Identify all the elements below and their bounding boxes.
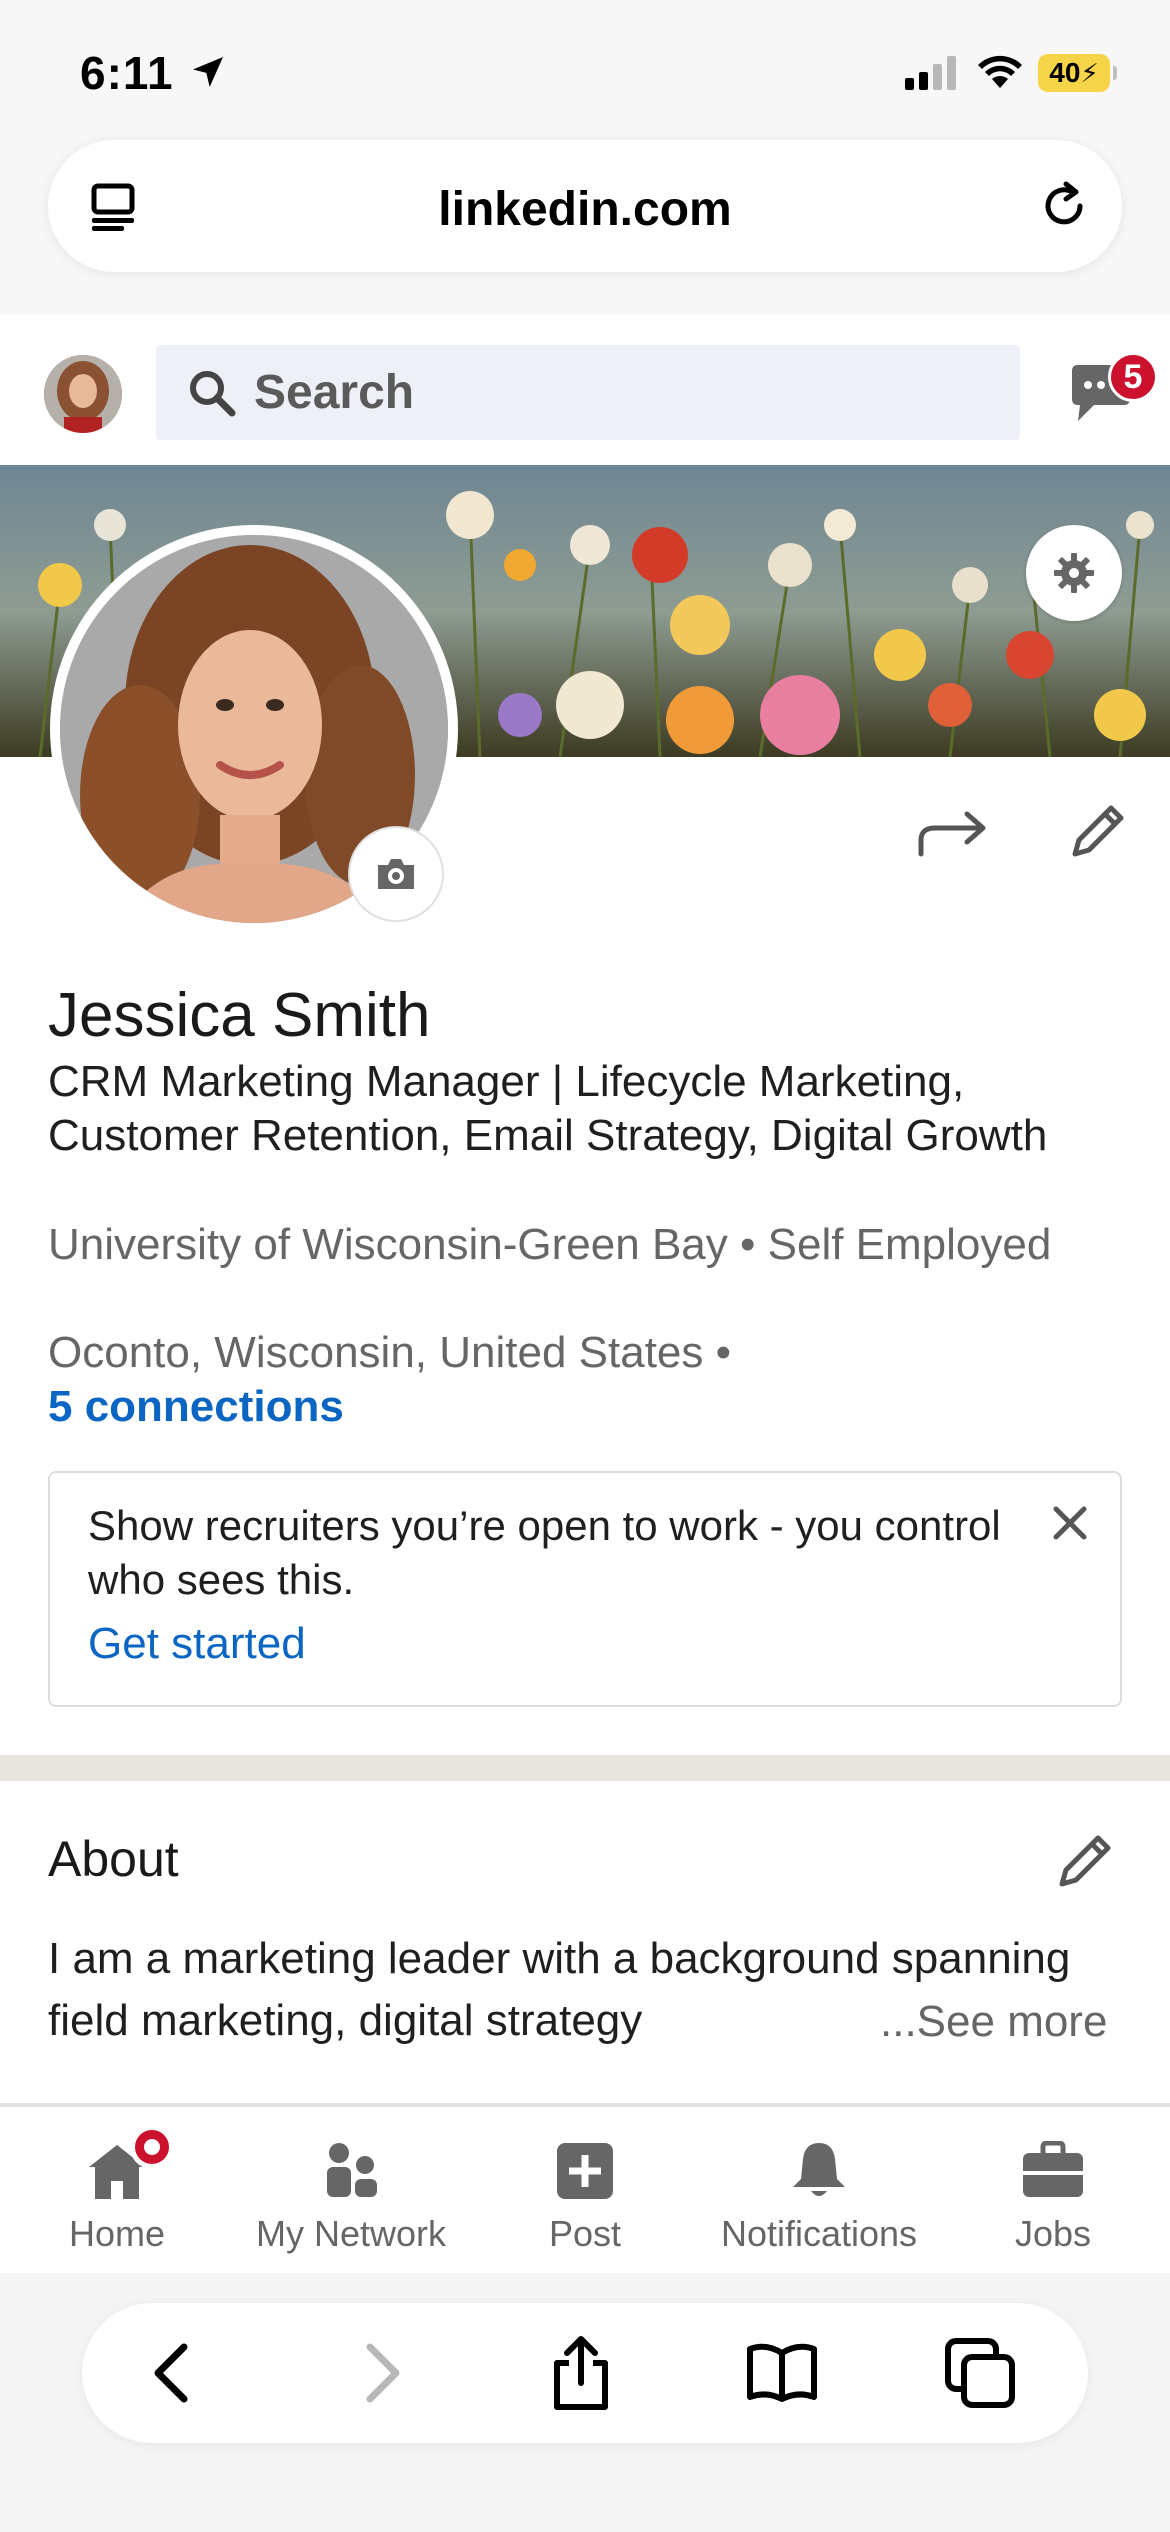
book-icon: [747, 2343, 817, 2402]
home-notification-badge: [130, 2125, 174, 2169]
header-avatar[interactable]: [44, 355, 122, 433]
chevron-right-icon: [366, 2343, 400, 2403]
search-icon: [190, 370, 236, 416]
nav-notifications-label: Notifications: [720, 2213, 918, 2254]
battery-level: 40: [1049, 57, 1081, 88]
search-placeholder: Search: [254, 366, 415, 419]
nav-home-label: Home: [68, 2213, 166, 2254]
tabs-button[interactable]: [940, 2333, 1020, 2413]
share-icon: [554, 2336, 608, 2410]
edit-about-pencil-icon[interactable]: [1052, 1830, 1116, 1894]
avatar-image: [44, 355, 122, 433]
edit-profile-pencil-icon[interactable]: [1065, 800, 1129, 864]
employer-link[interactable]: Self Employed: [768, 1220, 1052, 1269]
briefcase-icon: [1023, 2141, 1083, 2197]
section-divider: [0, 1755, 1170, 1781]
cellular-signal-icon: [905, 56, 956, 90]
about-heading: About: [48, 1831, 179, 1887]
status-bar: 6:11 40 ⚡: [0, 0, 1170, 140]
tabs-icon: [945, 2338, 1015, 2408]
nav-my-network-label: My Network: [255, 2213, 447, 2254]
back-button[interactable]: [132, 2333, 212, 2413]
nav-jobs[interactable]: Jobs: [936, 2133, 1170, 2255]
my-network-icon: [327, 2143, 377, 2197]
bottom-navigation: Home My Network Post Notifications Jobs: [0, 2103, 1170, 2273]
see-more-link[interactable]: ...See more: [860, 1991, 1108, 2053]
separator-dot: •: [715, 1328, 732, 1377]
nav-jobs-label: Jobs: [1014, 2213, 1092, 2254]
status-time: 6:11: [80, 47, 174, 99]
education-link[interactable]: University of Wisconsin-Green Bay: [48, 1220, 728, 1269]
gear-icon: [1054, 553, 1094, 593]
nav-post-label: Post: [548, 2213, 622, 2254]
post-plus-icon: [557, 2143, 613, 2199]
nav-notifications[interactable]: Notifications: [702, 2133, 936, 2255]
address-bar[interactable]: linkedin.com: [48, 140, 1122, 272]
profile-headline: CRM Marketing Manager | Lifecycle Market…: [48, 1057, 1048, 1160]
open-to-work-card: Show recruiters you’re open to work - yo…: [48, 1471, 1122, 1707]
url-text[interactable]: linkedin.com: [48, 182, 1122, 237]
nav-my-network[interactable]: My Network: [234, 2133, 468, 2255]
battery-indicator: 40 ⚡: [1038, 54, 1117, 92]
browser-toolbar: [82, 2303, 1088, 2443]
bell-icon: [793, 2143, 845, 2196]
bookmarks-button[interactable]: [742, 2333, 822, 2413]
charging-icon: ⚡: [1080, 57, 1099, 88]
location-arrow-icon: [193, 57, 223, 87]
profile-name: Jessica Smith: [48, 981, 431, 1050]
connections-link[interactable]: 5 connections: [48, 1380, 344, 1434]
wifi-icon: [978, 55, 1022, 88]
separator-dot: •: [740, 1220, 768, 1269]
edit-photo-button[interactable]: [348, 826, 444, 922]
open-to-work-text: Show recruiters you’re open to work - yo…: [88, 1502, 1001, 1603]
camera-icon: [378, 859, 414, 889]
nav-post[interactable]: Post: [468, 2133, 702, 2255]
forward-button[interactable]: [342, 2333, 422, 2413]
chevron-left-icon: [154, 2343, 188, 2403]
reload-icon[interactable]: [1036, 178, 1092, 234]
get-started-link[interactable]: Get started: [88, 1619, 306, 1669]
search-input[interactable]: Search: [156, 345, 1020, 440]
linkedin-header: Search 5: [0, 315, 1170, 465]
share-button[interactable]: [541, 2333, 621, 2413]
profile-location: Oconto, Wisconsin, United States: [48, 1328, 704, 1377]
banner-settings-button[interactable]: [1026, 525, 1122, 621]
close-icon[interactable]: [1050, 1503, 1090, 1543]
profile-education-employer: University of Wisconsin-Green Bay • Self…: [48, 1218, 1108, 1272]
share-profile-icon[interactable]: [915, 800, 991, 860]
messages-badge: 5: [1108, 352, 1158, 402]
nav-home[interactable]: Home: [0, 2125, 234, 2255]
profile-location-row: Oconto, Wisconsin, United States •: [48, 1326, 731, 1380]
